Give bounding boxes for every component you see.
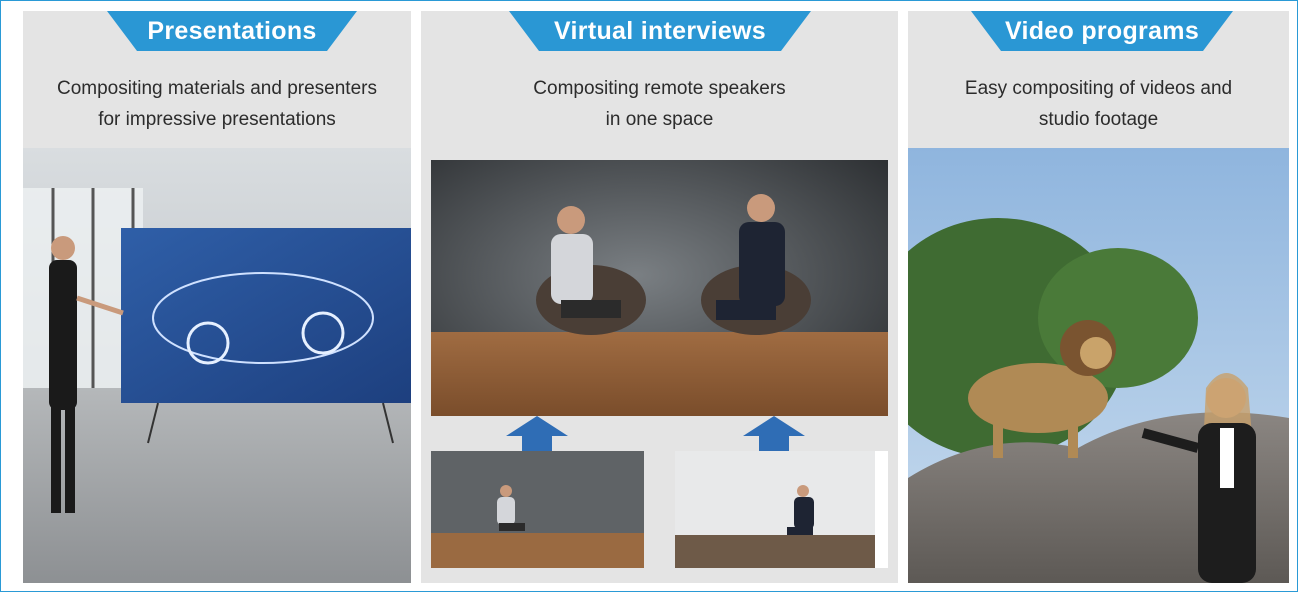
panel-description: Easy compositing of videos and studio fo… xyxy=(964,78,1233,130)
remote-speaker-1-image xyxy=(431,451,644,568)
panel-title: Virtual interviews xyxy=(509,11,811,51)
up-arrow-icon xyxy=(506,416,568,451)
up-arrow-icon xyxy=(743,416,805,451)
panel-virtual-interviews: Virtual interviews Compositing remote sp… xyxy=(421,11,898,583)
panel-description: Compositing materials and presenters for… xyxy=(57,78,377,130)
panel-title: Video programs xyxy=(971,11,1233,51)
composited-interview-image xyxy=(431,160,888,416)
remote-speaker-2-image xyxy=(675,451,888,568)
panel-video-programs: Video programs Easy compositing of video… xyxy=(908,11,1289,583)
panel-description: Compositing remote speakers in one space xyxy=(533,78,786,130)
panel-presentations: Presentations Compositing materials and … xyxy=(23,11,411,583)
presentation-scene-image xyxy=(23,148,411,583)
video-program-scene-image xyxy=(908,148,1289,583)
panel-title: Presentations xyxy=(107,11,357,51)
use-case-figure: Presentations Compositing materials and … xyxy=(0,0,1298,592)
